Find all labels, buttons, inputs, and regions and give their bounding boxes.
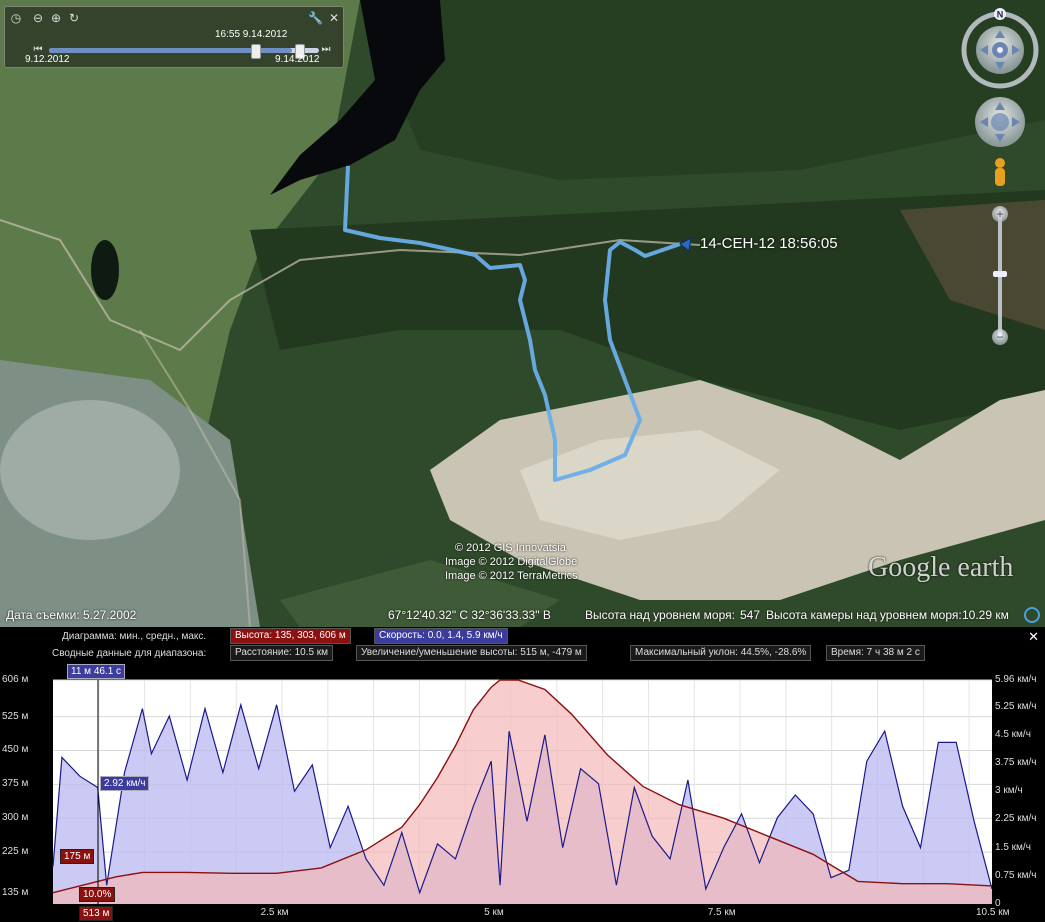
y-right-tick-label: 3.75 км/ч [995, 757, 1037, 769]
y-right-tick-label: 3 км/ч [995, 785, 1023, 797]
x-tick-label: 2.5 км [260, 907, 289, 918]
streaming-indicator-icon [1024, 607, 1040, 623]
elevation-stats-box[interactable]: Высота: 135, 303, 606 м [230, 628, 351, 644]
elevation-label: Высота над уровнем моря: [585, 608, 735, 622]
y-left-tick-label: 375 м [2, 778, 29, 790]
time-settings-icon[interactable]: ↻ [67, 11, 81, 25]
skip-end-icon[interactable]: ⏭ [319, 43, 333, 57]
time-slider-panel[interactable]: ◷ ⊖ ⊕ ↻ 🔧 ✕ 16:55 9.14.2012 ⏮ ⏭ 9.12.201… [4, 6, 344, 68]
duration-box: Время: 7 ч 38 м 2 с [826, 645, 925, 661]
x-tick-label: 10.5 км [976, 907, 1010, 918]
max-slope-box: Максимальный уклон: 44.5%, -28.6% [630, 645, 812, 661]
copyright-line-2: Image © 2012 DigitalGlobe [445, 556, 578, 568]
y-left-tick-label: 606 м [2, 674, 29, 685]
cursor-bottom-tag: 513 м [79, 906, 114, 921]
track-timestamp-label: 14-СЕН-12 18:56:05 [700, 235, 838, 252]
distance-box: Расстояние: 10.5 км [230, 645, 334, 661]
elevation-value: 547 [740, 608, 761, 622]
close-icon[interactable]: ✕ [327, 11, 341, 25]
y-left-tick-label: 450 м [2, 744, 29, 756]
svg-text:N: N [997, 10, 1004, 20]
imagery-date: Дата съемки: 5.27.2002 [6, 608, 137, 622]
y-right-tick-label: 4.5 км/ч [995, 728, 1031, 740]
y-left-tick-label: 300 м [2, 812, 29, 824]
elevation-profile-panel: Диаграмма: мин., средн., макс. Высота: 1… [0, 627, 1045, 922]
copyright-line-3: Image © 2012 TerraMetrics [445, 570, 578, 582]
zoom-in-time-icon[interactable]: ⊕ [49, 11, 63, 25]
speed-stats-box[interactable]: Скорость: 0.0, 1.4, 5.9 км/ч [374, 628, 508, 644]
elevation-speed-chart[interactable] [0, 662, 1045, 922]
copyright-line-1: © 2012 GIS Innovatsia [455, 542, 566, 554]
wrench-icon[interactable]: 🔧 [308, 11, 323, 25]
x-tick-label: 5 км [484, 907, 504, 918]
y-right-tick-label: 0.75 км/ч [995, 869, 1037, 881]
y-left-tick-label: 225 м [2, 846, 29, 858]
chart-minmax-label: Диаграмма: мин., средн., макс. [62, 631, 207, 642]
cursor-elevation-tag: 175 м [60, 849, 95, 864]
time-slider-track[interactable] [49, 48, 319, 53]
cursor-coordinates: 67°12'40.32" С 32°36'33.33" В [388, 608, 551, 622]
camera-altitude-value: 10.29 км [962, 608, 1009, 622]
close-panel-icon[interactable]: ✕ [1028, 629, 1039, 645]
street-view-pegman-icon[interactable] [995, 158, 1005, 186]
clock-icon[interactable]: ◷ [9, 11, 23, 25]
x-tick-label: 7.5 км [707, 907, 736, 918]
summary-label: Сводные данные для диапазона: [52, 648, 207, 659]
svg-text:+: + [996, 207, 1003, 221]
y-left-tick-label: 135 м [2, 886, 29, 898]
camera-altitude-label: Высота камеры над уровнем моря: [766, 608, 962, 622]
y-right-tick-label: 5.25 км/ч [995, 700, 1037, 712]
elevation-gain-box: Увеличение/уменьшение высоты: 515 м, -47… [356, 645, 587, 661]
time-slider-start-thumb[interactable] [251, 44, 261, 59]
google-earth-logo: Google earth [868, 552, 1014, 583]
time-end-label: 9.14.2012 [275, 54, 320, 65]
zoom-out-time-icon[interactable]: ⊖ [31, 11, 45, 25]
status-bar: Дата съемки: 5.27.2002 67°12'40.32" С 32… [0, 604, 1045, 626]
time-current-label: 16:55 9.14.2012 [215, 29, 288, 40]
y-left-tick-label: 525 м [2, 710, 29, 722]
y-right-tick-label: 2.25 км/ч [995, 813, 1037, 825]
cursor-slope-tag: 10.0% [79, 887, 116, 902]
time-start-label: 9.12.2012 [25, 54, 70, 65]
map-view[interactable]: N + − ◷ ⊖ ⊕ ↻ 🔧 ✕ 16:55 9.14.2012 ⏮ ⏭ 9.… [0, 0, 1045, 627]
y-right-tick-label: 5.96 км/ч [995, 674, 1037, 685]
satellite-imagery: N + − [0, 0, 1045, 627]
cursor-speed-tag: 2.92 км/ч [100, 776, 150, 791]
y-right-tick-label: 1.5 км/ч [995, 841, 1031, 853]
svg-text:−: − [996, 330, 1003, 344]
pan-control[interactable] [975, 97, 1025, 147]
